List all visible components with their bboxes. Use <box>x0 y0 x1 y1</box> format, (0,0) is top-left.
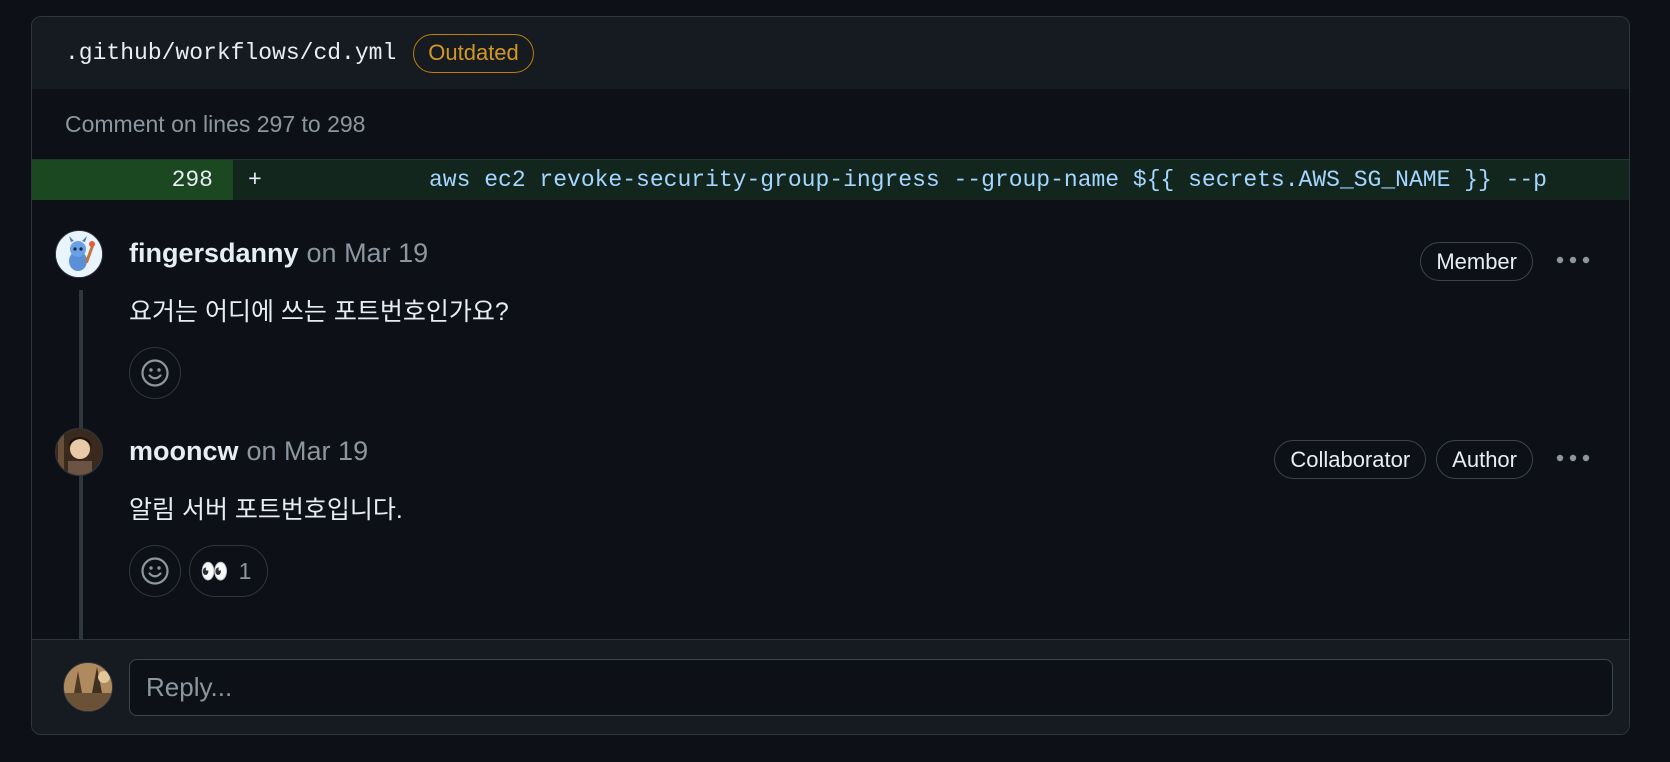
author-link[interactable]: mooncw <box>129 436 239 467</box>
role-badges: Member <box>1420 242 1533 281</box>
file-path-link[interactable]: .github/workflows/cd.yml <box>65 40 396 66</box>
current-user-avatar <box>63 662 113 712</box>
comment-options-button[interactable] <box>1553 242 1593 278</box>
comment-options-button[interactable] <box>1553 440 1593 476</box>
author-link[interactable]: fingersdanny <box>129 238 299 269</box>
smiley-icon <box>141 359 169 387</box>
comment-body: 알림 서버 포트번호입니다. <box>129 496 403 524</box>
comment-date-link[interactable]: on Mar 19 <box>307 238 429 269</box>
add-reaction-button[interactable] <box>129 347 181 399</box>
role-badges: Collaborator Author <box>1274 440 1533 479</box>
comment-header: fingersdanny on Mar 19 <box>129 238 428 269</box>
review-thread: .github/workflows/cd.yml Outdated Commen… <box>31 16 1630 735</box>
comment-date-link[interactable]: on Mar 19 <box>247 436 369 467</box>
kebab-horizontal-icon <box>1556 256 1590 264</box>
comment-header: mooncw on Mar 19 <box>129 436 368 467</box>
collaborator-badge: Collaborator <box>1274 440 1427 479</box>
avatar[interactable] <box>55 230 103 278</box>
reply-bar <box>32 639 1629 734</box>
smiley-icon <box>141 557 169 585</box>
dragon-avatar-icon <box>56 231 102 277</box>
avatar[interactable] <box>55 428 103 476</box>
outdated-badge: Outdated <box>413 33 534 73</box>
eyes-reaction-button[interactable]: 👀 1 <box>189 545 269 597</box>
landscape-avatar-icon <box>64 663 112 711</box>
comment-body: 요거는 어디에 쓰는 포트번호인가요? <box>129 298 509 326</box>
comment: fingersdanny on Mar 19 Member 요거는 어디에 쓰는… <box>32 230 1629 428</box>
reply-input[interactable] <box>129 659 1613 716</box>
diff-line-number: 298 <box>32 160 233 200</box>
reaction-count: 1 <box>238 557 252 584</box>
reactions: 👀 1 <box>129 545 269 597</box>
reactions <box>129 347 181 399</box>
add-reaction-button[interactable] <box>129 545 181 597</box>
kebab-horizontal-icon <box>1556 454 1590 462</box>
diff-added-marker: + <box>248 167 262 193</box>
comment-list: fingersdanny on Mar 19 Member 요거는 어디에 쓰는… <box>32 200 1629 640</box>
diff-line: 298 + aws ec2 revoke-security-group-ingr… <box>32 159 1629 200</box>
diff-code: aws ec2 revoke-security-group-ingress --… <box>429 167 1547 193</box>
comment: mooncw on Mar 19 Collaborator Author 알림 … <box>32 428 1629 628</box>
member-badge: Member <box>1420 242 1533 281</box>
portrait-avatar-icon <box>56 429 102 475</box>
eyes-emoji-icon: 👀 <box>200 557 229 584</box>
file-header: .github/workflows/cd.yml Outdated <box>32 17 1629 89</box>
author-badge: Author <box>1436 440 1533 479</box>
comment-line-range: Comment on lines 297 to 298 <box>65 110 366 137</box>
